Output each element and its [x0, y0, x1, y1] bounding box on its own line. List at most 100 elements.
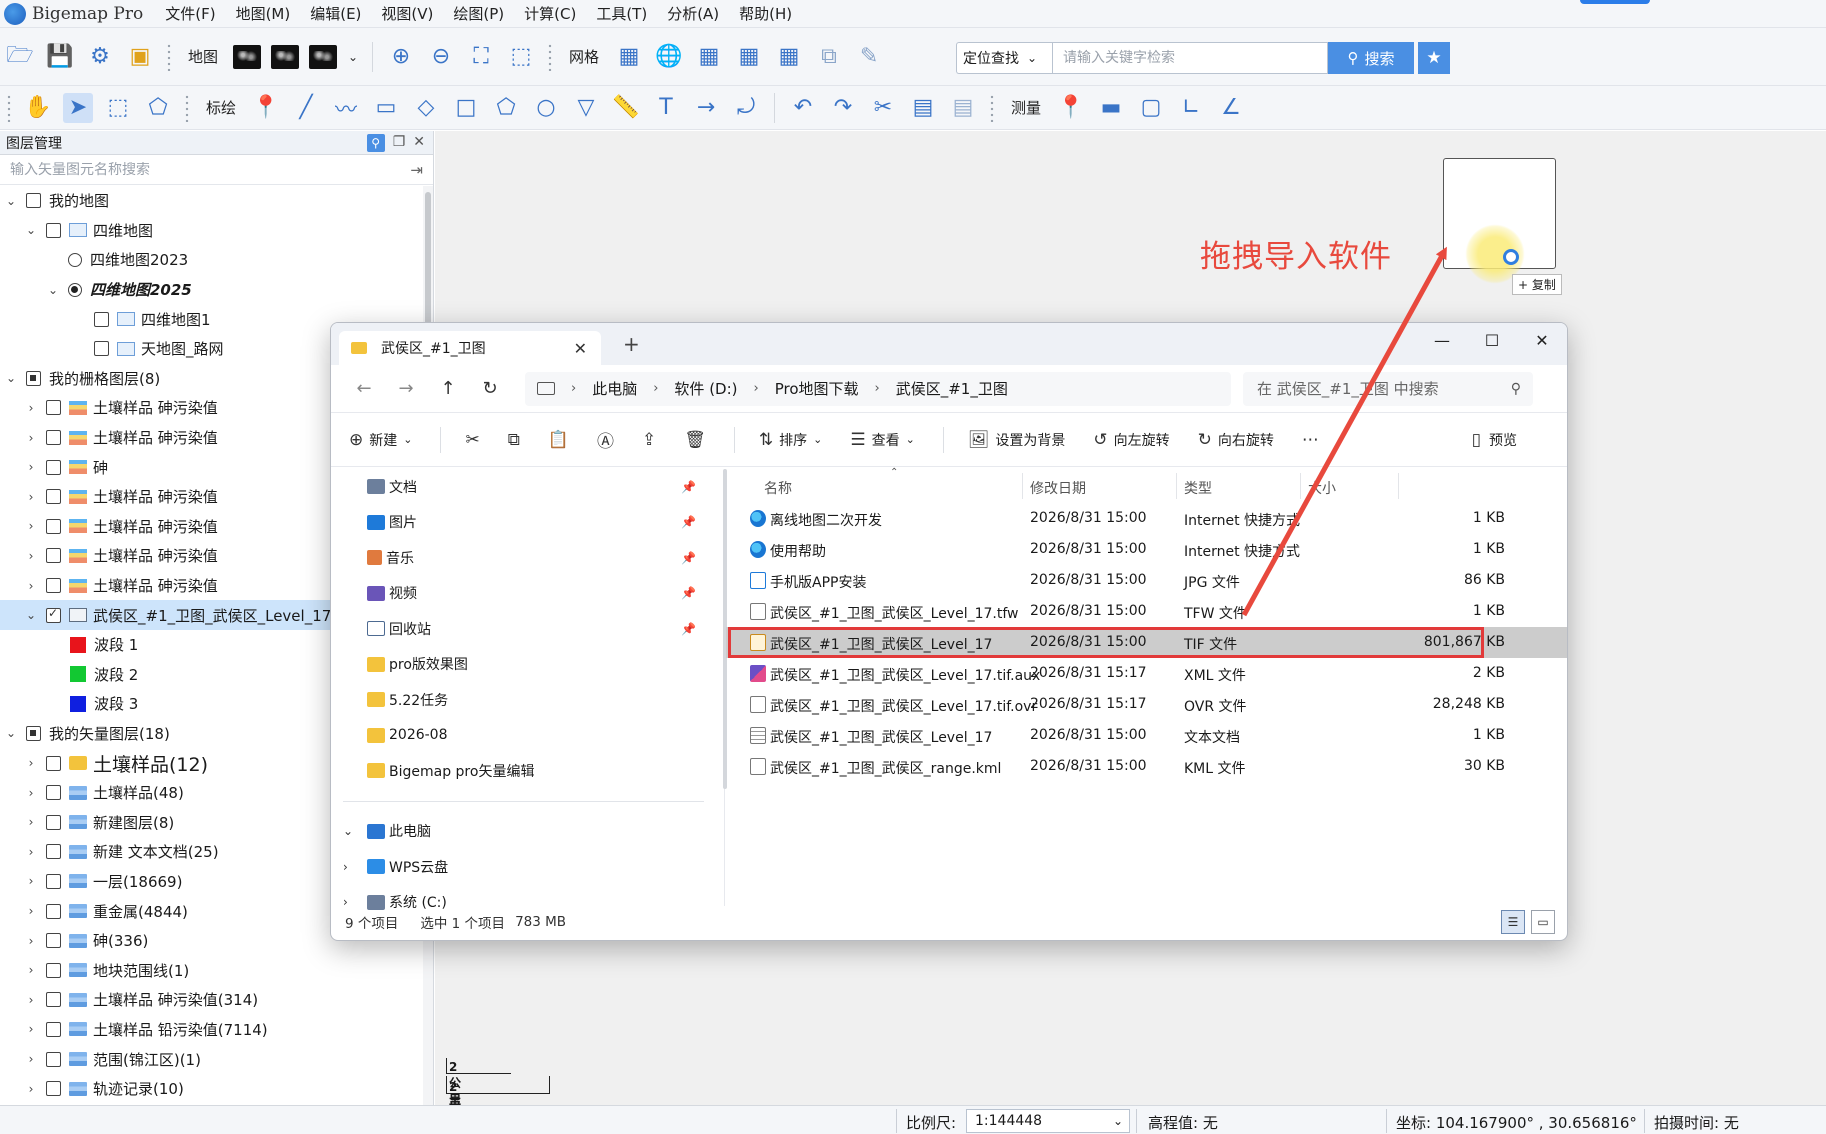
- save-icon[interactable]: 💾: [45, 42, 75, 72]
- nav-tree-item[interactable]: ⌄ 此电脑: [331, 814, 724, 850]
- file-row[interactable]: 手机版APP安装 2026/8/31 15:00 JPG 文件 86 KB: [726, 565, 1567, 596]
- file-row[interactable]: 武侯区_#1_卫图_武侯区_Level_17 2026/8/31 15:00 TIF…: [726, 627, 1567, 658]
- layer-checkbox[interactable]: [46, 933, 61, 949]
- explorer-tab[interactable]: 武侯区_#1_卫图 ✕: [339, 331, 601, 365]
- layer-checkbox[interactable]: [46, 814, 61, 830]
- close-icon[interactable]: ✕: [413, 134, 425, 152]
- details-view-icon[interactable]: ☰: [1501, 910, 1525, 934]
- layer-checkbox[interactable]: [46, 903, 61, 919]
- chevron-down-icon[interactable]: ⌄: [44, 283, 62, 297]
- tree-row[interactable]: › 地块范围线(1): [0, 955, 423, 985]
- layer-checkbox[interactable]: [46, 548, 61, 564]
- menu-help[interactable]: 帮助(H): [739, 3, 792, 24]
- chevron-down-icon[interactable]: ⌄: [22, 608, 40, 622]
- layer-checkbox[interactable]: [46, 873, 61, 889]
- satellite-map-icon[interactable]: [233, 44, 262, 69]
- refresh-icon[interactable]: ↻: [469, 378, 511, 399]
- close-window-icon[interactable]: ✕: [1517, 323, 1567, 357]
- layer-checkbox[interactable]: [46, 400, 61, 416]
- chevron-down-icon[interactable]: ⌄: [22, 223, 40, 237]
- col-size[interactable]: 大小: [1308, 478, 1336, 498]
- new-button[interactable]: ⊕ 新建 ⌄: [349, 430, 412, 450]
- chevron-right-icon[interactable]: ›: [22, 934, 40, 948]
- locate-type-select[interactable]: 定位查找 ⌄: [956, 42, 1052, 74]
- box-select-icon[interactable]: ⬚: [103, 93, 133, 123]
- chevron-right-icon[interactable]: ›: [343, 860, 348, 874]
- nav-item[interactable]: 音乐 📌: [331, 540, 724, 576]
- col-date[interactable]: 修改日期: [1030, 478, 1086, 498]
- pin-icon[interactable]: 📌: [681, 622, 696, 636]
- keyword-search-input[interactable]: [1052, 42, 1328, 74]
- tree-row[interactable]: › 土壤样品 铅污染值(7114): [0, 1015, 423, 1045]
- layer-checkbox[interactable]: [46, 755, 61, 771]
- nav-item[interactable]: 2026-08: [331, 718, 724, 754]
- collapse-panel-icon[interactable]: ⇥: [410, 161, 423, 179]
- layer-export-icon[interactable]: ⧉: [814, 42, 844, 72]
- layer-radio[interactable]: [68, 282, 82, 297]
- column-divider[interactable]: [1176, 473, 1177, 499]
- chevron-right-icon[interactable]: ›: [22, 460, 40, 474]
- chevron-right-icon[interactable]: ›: [22, 963, 40, 977]
- zoom-in-icon[interactable]: ⊕: [386, 42, 416, 72]
- layer-checkbox[interactable]: [94, 311, 109, 327]
- nav-item[interactable]: 回收站 📌: [331, 611, 724, 647]
- delete-button[interactable]: 🗑: [684, 430, 706, 450]
- layer-search-input[interactable]: [10, 161, 411, 178]
- file-row[interactable]: 武侯区_#1_卫图_武侯区_Level_17 2026/8/31 15:00 文本文…: [726, 720, 1567, 751]
- tree-row[interactable]: ⌄ 四维地图2025: [0, 275, 423, 305]
- col-type[interactable]: 类型: [1184, 478, 1212, 498]
- explorer-search-field[interactable]: 在 武侯区_#1_卫图 中搜索 ⚲: [1243, 371, 1533, 406]
- tree-row[interactable]: › 土壤样品 砷污染值(314): [0, 985, 423, 1015]
- chevron-right-icon[interactable]: ›: [22, 401, 40, 415]
- menu-view[interactable]: 视图(V): [381, 3, 433, 24]
- preview-button[interactable]: ▯ 预览: [1472, 430, 1517, 450]
- layer-checkbox[interactable]: [46, 992, 61, 1008]
- chevron-right-icon[interactable]: ›: [22, 786, 40, 800]
- layer-checkbox[interactable]: [46, 489, 61, 505]
- cut-icon[interactable]: ✂: [868, 93, 898, 123]
- set-background-button[interactable]: 🖼 设置为背景: [968, 430, 1066, 450]
- layer-checkbox[interactable]: [46, 222, 61, 238]
- grid-icon[interactable]: ▦: [614, 42, 644, 72]
- maximize-icon[interactable]: ☐: [1467, 323, 1517, 357]
- measure-angle-icon[interactable]: ∠: [1216, 93, 1246, 123]
- satellite-map-2-icon[interactable]: [271, 44, 300, 69]
- tree-row[interactable]: ⌄ 四维地图: [0, 216, 423, 246]
- measure-point-icon[interactable]: 📍: [1056, 93, 1086, 123]
- layer-checkbox[interactable]: [46, 1081, 61, 1097]
- back-arrow-icon[interactable]: ←: [343, 378, 385, 399]
- layer-checkbox[interactable]: [26, 370, 41, 386]
- file-row[interactable]: 使用帮助 2026/8/31 15:00 Internet 快捷方式 1 KB: [726, 534, 1567, 565]
- col-name[interactable]: 名称: [764, 478, 792, 498]
- pin-icon[interactable]: 📌: [681, 586, 696, 600]
- chevron-down-icon[interactable]: ⌄: [347, 42, 359, 72]
- breadcrumb-item[interactable]: 软件 (D:): [674, 378, 737, 399]
- menu-tools[interactable]: 工具(T): [596, 3, 647, 24]
- menu-calc[interactable]: 计算(C): [524, 3, 576, 24]
- chevron-right-icon[interactable]: ›: [22, 549, 40, 563]
- forward-arrow-icon[interactable]: →: [385, 378, 427, 399]
- chevron-right-icon[interactable]: ›: [22, 845, 40, 859]
- chevron-right-icon[interactable]: ›: [22, 1022, 40, 1036]
- menu-file[interactable]: 文件(F): [165, 3, 215, 24]
- tiles-view-icon[interactable]: ▭: [1531, 910, 1555, 934]
- measure-height-icon[interactable]: ∟: [1176, 93, 1206, 123]
- breadcrumb[interactable]: › 此电脑 › 软件 (D:) › Pro地图下载 › 武侯区_#1_卫图: [525, 371, 1231, 406]
- rename-button[interactable]: Ⓐ: [597, 427, 614, 452]
- latlng-grid-icon[interactable]: 🌐: [654, 42, 684, 72]
- nav-item[interactable]: 视频 📌: [331, 576, 724, 612]
- layer-radio[interactable]: [68, 252, 82, 267]
- nav-tree-item[interactable]: › WPS云盘: [331, 849, 724, 885]
- file-row[interactable]: 离线地图二次开发 2026/8/31 15:00 Internet 快捷方式 1 KB: [726, 503, 1567, 534]
- chevron-right-icon[interactable]: ›: [22, 756, 40, 770]
- layer-checkbox[interactable]: [46, 606, 61, 623]
- pentagon-icon[interactable]: ⬠: [491, 93, 521, 123]
- breadcrumb-item[interactable]: Pro地图下载: [775, 378, 859, 399]
- km-grid-icon[interactable]: ▦: [694, 42, 724, 72]
- image-icon[interactable]: ▣: [125, 42, 155, 72]
- chevron-right-icon[interactable]: ›: [22, 904, 40, 918]
- tree-row[interactable]: 四维地图2023: [0, 245, 423, 275]
- layer-checkbox[interactable]: [46, 459, 61, 475]
- chevron-down-icon[interactable]: ⌄: [2, 726, 20, 740]
- layer-checkbox[interactable]: [94, 341, 109, 357]
